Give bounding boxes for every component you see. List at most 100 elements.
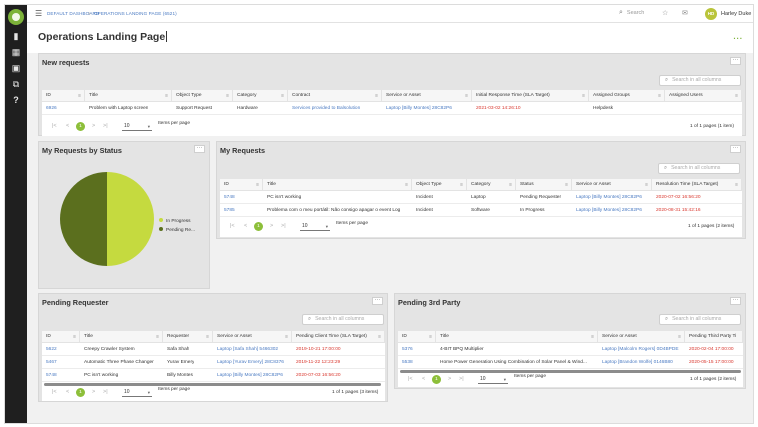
cell-id[interactable]: 5785 <box>220 204 235 217</box>
column-header[interactable]: Object Type ≡ <box>172 90 233 102</box>
legend-item[interactable]: In Progress <box>159 218 191 224</box>
panel-more-button[interactable]: ··· <box>730 57 741 65</box>
column-header[interactable]: Title ≡ <box>80 331 163 343</box>
cell-contract[interactable]: Services provided to Balsolution <box>288 102 360 115</box>
column-header[interactable]: ID ≡ <box>42 331 80 343</box>
avatar[interactable]: HD <box>705 8 717 20</box>
global-search[interactable]: ⌕ Search <box>619 9 644 17</box>
page-title[interactable]: Operations Landing Page <box>38 31 168 43</box>
column-header[interactable]: Service or Asset ≡ <box>598 331 685 343</box>
last-page-button[interactable]: >| <box>103 123 108 129</box>
first-page-button[interactable]: |< <box>230 223 235 229</box>
inbox-icon[interactable]: ✉ <box>682 9 688 17</box>
user-name[interactable]: Harley Duke <box>721 11 751 17</box>
current-page[interactable]: 1 <box>76 122 85 131</box>
cell-service[interactable]: Laptop [Billy Montes] 28C82P6 <box>572 204 642 217</box>
cell-id[interactable]: 5748 <box>220 191 235 204</box>
column-header[interactable]: Resolution Time (SLA Target) ≡ <box>652 179 742 191</box>
cell-service[interactable]: Laptop [Safa Shah] 5466302 <box>213 343 278 356</box>
star-icon[interactable]: ☆ <box>662 9 668 17</box>
cell-id[interactable]: 6926 <box>42 102 57 115</box>
search-input[interactable]: ⌕ Search in all columns <box>659 75 741 86</box>
column-header[interactable]: Pending Client Time (SLA Target) ≡ <box>292 331 385 343</box>
pie-slice-1[interactable] <box>107 172 154 266</box>
next-page-button[interactable]: > <box>92 389 95 395</box>
table-row[interactable]: 6926 Problem with Laptop screen Support … <box>42 102 742 115</box>
search-input[interactable]: ⌕ Search in all columns <box>302 314 384 325</box>
column-header[interactable]: Service or Asset ≡ <box>213 331 292 343</box>
column-header[interactable]: Assigned Users ≡ <box>665 90 742 102</box>
cell-id[interactable]: 5538 <box>398 356 413 369</box>
current-page[interactable]: 1 <box>432 375 441 384</box>
prev-page-button[interactable]: < <box>422 376 425 382</box>
page-size-select[interactable]: 10 ▾ <box>122 388 152 397</box>
column-header[interactable]: Title ≡ <box>263 179 412 191</box>
legend-item[interactable]: Pending Re... <box>159 227 195 233</box>
panel-more-button[interactable]: ··· <box>730 145 741 153</box>
column-header[interactable]: Requester ≡ <box>163 331 213 343</box>
chart-icon[interactable]: ▮ <box>11 31 21 41</box>
column-header[interactable]: ID ≡ <box>220 179 263 191</box>
cell-service[interactable]: Laptop [Yurav Emery] 28C8376 <box>213 356 284 369</box>
next-page-button[interactable]: > <box>92 123 95 129</box>
table-row[interactable]: 5467 Automatic Three Phase Changer Yurav… <box>42 356 385 369</box>
last-page-button[interactable]: >| <box>459 376 464 382</box>
cell-id[interactable]: 5376 <box>398 343 413 356</box>
external-icon[interactable]: ⧉ <box>11 79 21 89</box>
column-header[interactable]: Category ≡ <box>467 179 516 191</box>
column-header[interactable]: Assigned Groups ≡ <box>589 90 665 102</box>
next-page-button[interactable]: > <box>448 376 451 382</box>
cell-id[interactable]: 5622 <box>42 343 57 356</box>
last-page-button[interactable]: >| <box>103 389 108 395</box>
search-input[interactable]: ⌕ Search in all columns <box>659 314 741 325</box>
table-row[interactable]: 5622 Creepy Crawler System Safa Shah Lap… <box>42 343 385 356</box>
page-size-select[interactable]: 10 ▾ <box>478 375 508 384</box>
panel-more-button[interactable]: ··· <box>372 297 383 305</box>
current-page[interactable]: 1 <box>254 222 263 231</box>
column-header[interactable]: Object Type ≡ <box>412 179 467 191</box>
column-header[interactable]: Title ≡ <box>436 331 598 343</box>
page-more-button[interactable]: ... <box>733 32 743 41</box>
layers-icon[interactable]: ▣ <box>11 63 21 73</box>
prev-page-button[interactable]: < <box>244 223 247 229</box>
last-page-button[interactable]: >| <box>281 223 286 229</box>
menu-icon[interactable]: ☰ <box>35 9 42 18</box>
table-row[interactable]: 5748 PC isn't working Incident Laptop Pe… <box>220 191 742 204</box>
column-header[interactable]: Initial Response Time (SLA Target) ≡ <box>472 90 589 102</box>
first-page-button[interactable]: |< <box>408 376 413 382</box>
column-header[interactable]: Title ≡ <box>85 90 172 102</box>
first-page-button[interactable]: |< <box>52 123 57 129</box>
prev-page-button[interactable]: < <box>66 123 69 129</box>
breadcrumb-home[interactable]: DEFAULT DASHBOARD <box>47 11 99 16</box>
table-row[interactable]: 5376 4-BIT BPQ Multiplier Laptop [Malcol… <box>398 343 743 356</box>
app-logo[interactable] <box>8 9 24 25</box>
panel-more-button[interactable]: ··· <box>194 145 205 153</box>
column-header[interactable]: ID ≡ <box>398 331 436 343</box>
table-row[interactable]: 5538 Home Power Generation Using Combina… <box>398 356 743 369</box>
cell-id[interactable]: 5748 <box>42 369 57 382</box>
cell-service[interactable]: Laptop [Malcolm Rogers] 0D4BPDE <box>598 343 679 356</box>
help-icon[interactable]: ? <box>11 95 21 105</box>
column-header[interactable]: Category ≡ <box>233 90 288 102</box>
search-input[interactable]: ⌕ Search in all columns <box>658 163 740 174</box>
grid-icon[interactable]: ▦ <box>11 47 21 57</box>
column-header[interactable]: Service or Asset ≡ <box>572 179 652 191</box>
column-header[interactable]: Contract ≡ <box>288 90 382 102</box>
cell-service[interactable]: Laptop [Brandon Wolfe] 0146B80 <box>598 356 673 369</box>
prev-page-button[interactable]: < <box>66 389 69 395</box>
table-row[interactable]: 5748 PC isn't working Billy Montes Lapto… <box>42 369 385 382</box>
page-size-select[interactable]: 10 ▾ <box>122 122 152 131</box>
column-header[interactable]: Pending Third Party Ti <box>685 331 743 343</box>
cell-service[interactable]: Laptop [Billy Montes] 28C82P6 <box>213 369 283 382</box>
current-page[interactable]: 1 <box>76 388 85 397</box>
first-page-button[interactable]: |< <box>52 389 57 395</box>
column-header[interactable]: ID ≡ <box>42 90 85 102</box>
column-header[interactable]: Service or Asset ≡ <box>382 90 472 102</box>
cell-id[interactable]: 5467 <box>42 356 57 369</box>
panel-more-button[interactable]: ··· <box>730 297 741 305</box>
cell-service[interactable]: Laptop [Billy Montes] 28C82P6 <box>382 102 452 115</box>
page-size-select[interactable]: 10 ▾ <box>300 222 330 231</box>
next-page-button[interactable]: > <box>270 223 273 229</box>
pie-slice-2[interactable] <box>60 172 107 266</box>
column-header[interactable]: Status ≡ <box>516 179 572 191</box>
